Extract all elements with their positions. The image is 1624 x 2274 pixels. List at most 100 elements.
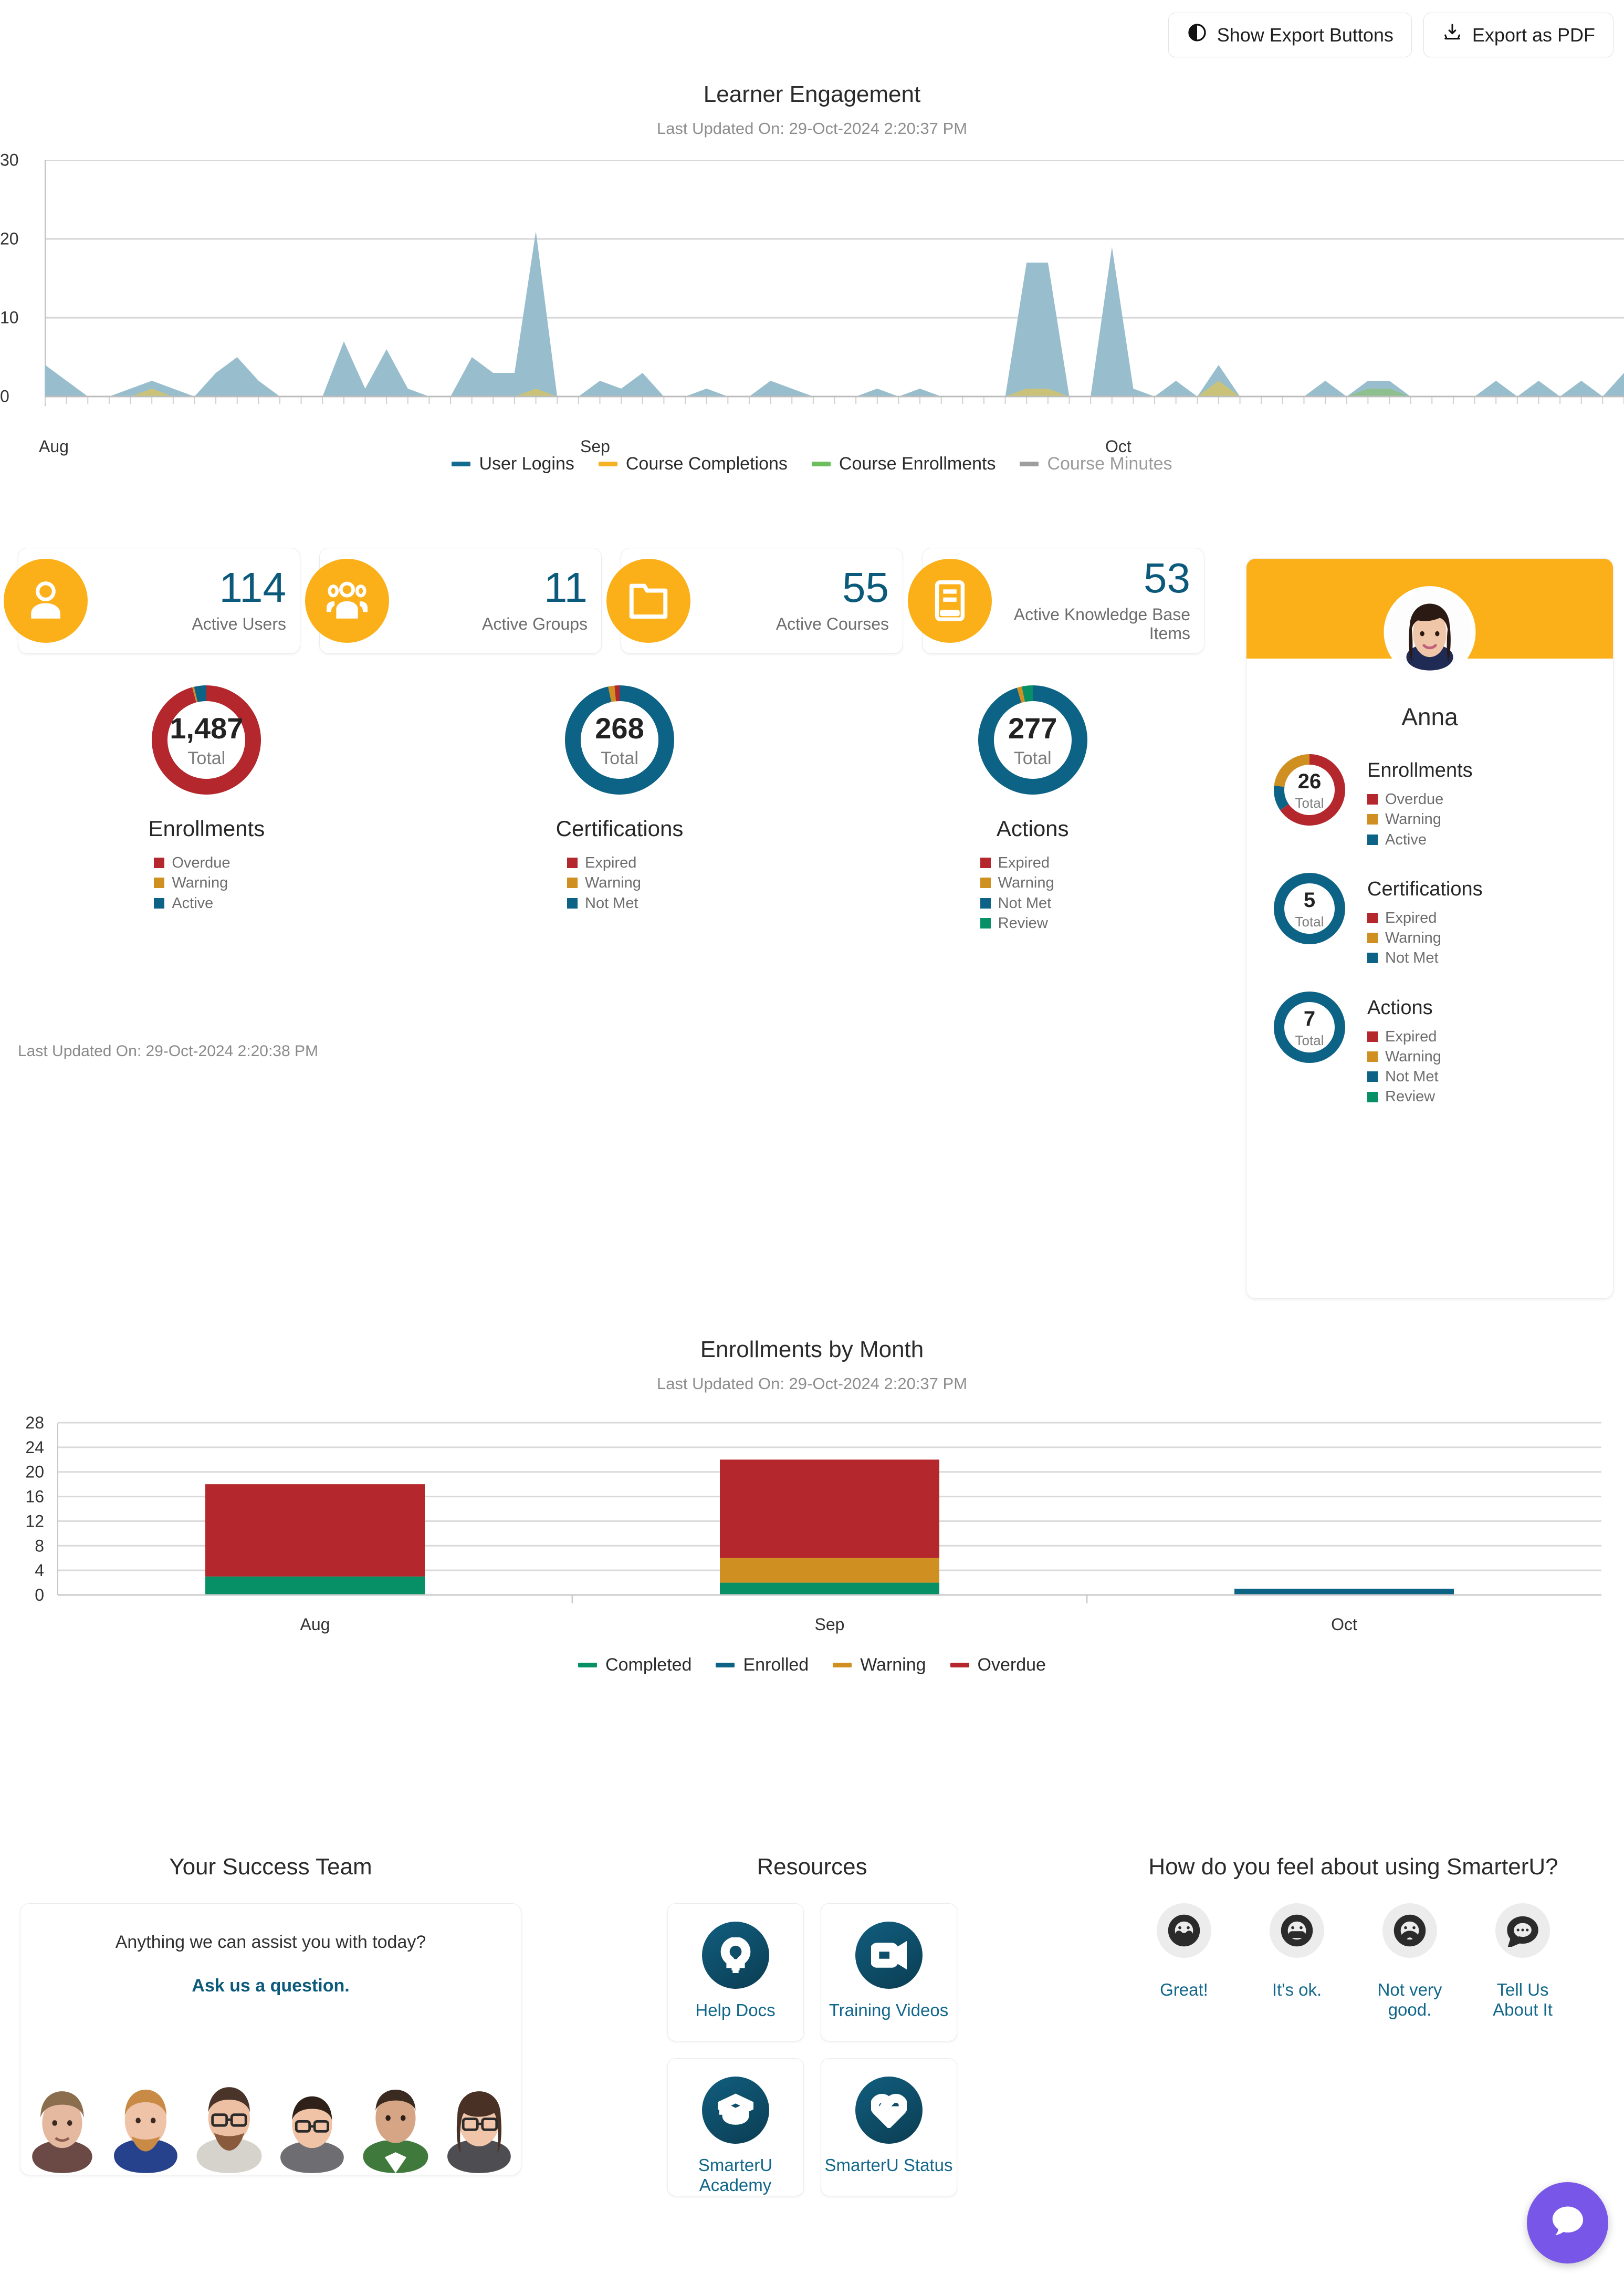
donut-card-enrollments: 1,487 Total Enrollments Overdue Warning Activ… [0, 685, 413, 933]
bar-segment[interactable] [205, 1484, 425, 1577]
donut-total-label: Total [187, 748, 226, 768]
legend-item-user-logins[interactable]: User Logins [452, 454, 574, 474]
enrollments-by-month-subtitle: Last Updated On: 29-Oct-2024 2:20:37 PM [656, 1374, 968, 1393]
stat-value: 55 [842, 564, 889, 611]
legend-item-expired[interactable]: Expired [1367, 1027, 1441, 1047]
donut-legend: Overdue Warning Active [154, 853, 259, 913]
legend-label: Overdue [977, 1655, 1046, 1675]
legend-item-review[interactable]: Review [1367, 1087, 1441, 1107]
legend-label: Overdue [1385, 791, 1444, 808]
legend-item-enrolled[interactable]: Enrolled [716, 1655, 809, 1675]
legend-item-overdue[interactable]: Overdue [950, 1655, 1046, 1675]
resource-card-help-docs[interactable]: Help Docs [667, 1903, 804, 2041]
show-export-buttons-button[interactable]: Show Export Buttons [1168, 13, 1412, 57]
legend-swatch [1367, 953, 1378, 964]
donut-chart: 1,487 Total [152, 685, 261, 797]
legend-swatch [1367, 794, 1378, 805]
legend-swatch [1367, 1051, 1378, 1062]
download-icon [1442, 22, 1463, 48]
stat-label: Active Users [192, 614, 286, 634]
resource-card-smarteru-status[interactable]: SmarterU Status [820, 2058, 957, 2196]
feedback-option-tell-us-about-it[interactable]: Tell Us About It [1477, 1903, 1569, 2020]
legend-item-not-met[interactable]: Not Met [1367, 948, 1483, 968]
bar-segment[interactable] [720, 1558, 939, 1583]
legend-item-review[interactable]: Review [980, 913, 1085, 933]
legend-item-active[interactable]: Active [154, 893, 259, 913]
legend-item-course-enrollments[interactable]: Course Enrollments [811, 454, 996, 474]
users-group-icon [305, 559, 389, 643]
legend-item-overdue[interactable]: Overdue [1367, 789, 1473, 809]
profile-section-text: Enrollments Overdue Warning Active [1367, 754, 1473, 850]
resources-column: Resources Help Docs Training Videos Smarte… [541, 1854, 1083, 2196]
legend-item-warning[interactable]: Warning [1367, 809, 1473, 829]
legend-item-expired[interactable]: Expired [1367, 908, 1483, 928]
donut-total-value: 1,487 [170, 712, 244, 745]
success-team-question: Anything we can assist you with today? [115, 1932, 426, 1952]
legend-item-expired[interactable]: Expired [567, 853, 672, 873]
donut-center-label: 5 Total [1274, 873, 1345, 947]
legend-label: Active [172, 894, 214, 912]
legend-item-warning[interactable]: Warning [154, 873, 259, 893]
legend-item-warning[interactable]: Warning [833, 1655, 926, 1675]
x-tick-sep: Sep [814, 1615, 845, 1634]
feedback-option-great[interactable]: Great! [1138, 1903, 1230, 2020]
donut-total-value: 26 [1297, 770, 1322, 793]
legend-item-active[interactable]: Active [1367, 830, 1473, 850]
legend-swatch [1367, 933, 1378, 944]
profile-section-enrollments: 26 Total Enrollments Overdue Warning Active [1246, 754, 1613, 850]
team-member-photo [437, 2022, 521, 2175]
stat-text: 55 Active Courses [700, 564, 903, 634]
legend-item-overdue[interactable]: Overdue [154, 853, 259, 873]
stat-card-active-users[interactable]: 114 Active Users [4, 548, 300, 654]
ask-us-a-question-link[interactable]: Ask us a question. [20, 1976, 521, 1996]
x-tick-aug: Aug [300, 1615, 330, 1634]
legend-item-course-completions[interactable]: Course Completions [598, 454, 788, 474]
chat-launcher-button[interactable] [1527, 2182, 1608, 2263]
legend-swatch [1020, 462, 1039, 466]
smiley-neutral-icon [1270, 1903, 1324, 1958]
donut-card-actions: 277 Total Actions Expired Warning Not Met Revi… [826, 685, 1239, 933]
legend-swatch [1367, 1091, 1378, 1102]
enrollments-by-month-title: Enrollments by Month [700, 1337, 924, 1362]
donut-total-value: 7 [1303, 1007, 1316, 1030]
legend-label: Not Met [1385, 950, 1439, 967]
legend-item-not-met[interactable]: Not Met [980, 893, 1085, 913]
legend-item-warning[interactable]: Warning [567, 873, 672, 893]
y-tick-label: 4 [35, 1561, 44, 1580]
legend-item-warning[interactable]: Warning [980, 873, 1085, 893]
resources-grid: Help Docs Training Videos SmarterU Academy… [667, 1903, 957, 2196]
export-as-pdf-button[interactable]: Export as PDF [1423, 13, 1613, 57]
video-camera-icon [855, 1922, 923, 1989]
bar-segment[interactable] [720, 1582, 939, 1595]
feedback-option-it-s-ok[interactable]: It's ok. [1251, 1903, 1343, 2020]
resource-card-smarteru-academy[interactable]: SmarterU Academy [667, 2058, 804, 2196]
legend-swatch [1367, 912, 1378, 923]
legend-item-not-met[interactable]: Not Met [567, 893, 672, 913]
profile-section-text: Actions Expired Warning Not Met Review [1367, 992, 1441, 1107]
legend-swatch [567, 898, 578, 909]
stat-card-active-groups[interactable]: 11 Active Groups [305, 548, 602, 654]
legend-item-not-met[interactable]: Not Met [1367, 1067, 1441, 1087]
stat-card-active-courses[interactable]: 55 Active Courses [606, 548, 903, 654]
y-tick-label: 28 [25, 1416, 44, 1432]
y-tick-label: 8 [35, 1536, 44, 1555]
legend-swatch [452, 462, 471, 466]
legend-swatch [567, 878, 578, 889]
legend-swatch [980, 858, 991, 869]
bar-segment[interactable] [205, 1576, 425, 1595]
resource-label: SmarterU Status [824, 2155, 953, 2175]
legend-item-warning[interactable]: Warning [1367, 1047, 1441, 1067]
stat-text: 53 Active Knowledge Base Items [1001, 557, 1204, 643]
bar-segment[interactable] [720, 1459, 939, 1558]
legend-item-course-minutes[interactable]: Course Minutes [1020, 454, 1172, 474]
legend-item-completed[interactable]: Completed [578, 1655, 691, 1675]
stat-card-active-knowledge-base-items[interactable]: 53 Active Knowledge Base Items [908, 548, 1204, 654]
donut-chart: 7 Total [1274, 991, 1345, 1066]
profile-section-heading: Actions [1367, 996, 1433, 1019]
legend-item-warning[interactable]: Warning [1367, 928, 1483, 948]
legend-item-expired[interactable]: Expired [980, 853, 1085, 873]
feedback-option-not-very-good[interactable]: Not very good. [1364, 1903, 1456, 2020]
donut-heading: Certifications [556, 816, 684, 841]
bar-segment[interactable] [1234, 1589, 1454, 1595]
resource-card-training-videos[interactable]: Training Videos [820, 1903, 957, 2041]
